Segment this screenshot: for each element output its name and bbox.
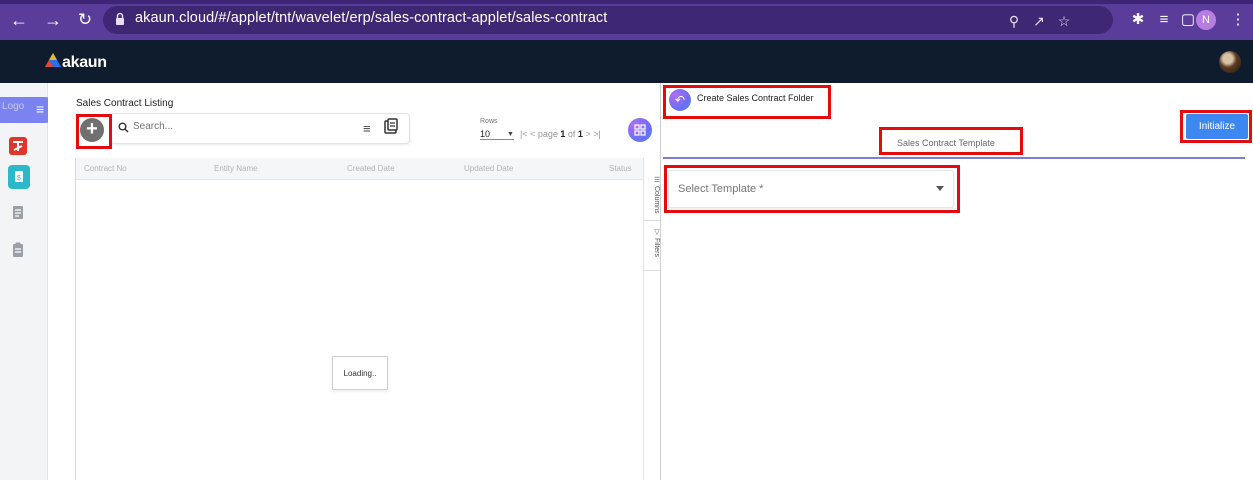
select-template-dropdown[interactable]: Select Template * — [668, 170, 954, 208]
tab-underline — [663, 157, 1245, 159]
loading-overlay: Loading.. — [332, 356, 388, 390]
browser-toolbar: ← → ↻ akaun.cloud/#/applet/tnt/wavelet/e… — [0, 0, 1253, 40]
table-border — [75, 158, 76, 480]
filters-tab-label[interactable]: Filters — [653, 238, 660, 257]
more-menu-icon[interactable]: ⋮ — [1228, 10, 1248, 30]
share-icon[interactable]: ↗ — [1031, 13, 1047, 29]
back-button[interactable]: ↶ — [669, 89, 691, 111]
export-icon[interactable] — [382, 118, 400, 136]
add-button[interactable]: + — [80, 118, 104, 142]
tab-sales-contract-template[interactable]: Sales Contract Template — [897, 138, 995, 148]
search-input[interactable] — [133, 121, 353, 132]
chevron-down-icon[interactable] — [936, 186, 944, 191]
clipboard-icon[interactable] — [11, 242, 29, 260]
listing-title: Sales Contract Listing — [76, 98, 174, 109]
filter-funnel-icon: ▽ — [653, 228, 660, 236]
search-box[interactable]: ≡ — [110, 113, 410, 144]
grid-icon — [634, 124, 646, 136]
svg-text:$: $ — [17, 175, 21, 182]
rail-logo-text: Logo — [2, 101, 25, 112]
column-header[interactable]: Updated Date — [464, 164, 513, 173]
url-text[interactable]: akaun.cloud/#/applet/tnt/wavelet/erp/sal… — [135, 10, 607, 26]
profile-avatar[interactable]: N — [1196, 10, 1216, 30]
column-header[interactable]: Entity Name — [214, 164, 258, 173]
bookmark-star-icon[interactable]: ☆ — [1056, 13, 1072, 29]
divider — [644, 220, 660, 221]
side-tool-panel: ☰ Columns ▽ Filters — [643, 158, 660, 480]
detail-title: Create Sales Contract Folder — [697, 93, 814, 103]
side-panel-icon[interactable]: ▢ — [1178, 10, 1198, 30]
column-header[interactable]: Contract No — [84, 164, 127, 173]
lock-icon — [116, 12, 124, 25]
applet-logo-icon[interactable] — [9, 137, 27, 155]
grid-view-button[interactable] — [628, 118, 652, 142]
address-bar[interactable]: akaun.cloud/#/applet/tnt/wavelet/erp/sal… — [103, 6, 1113, 34]
columns-icon: ☰ — [653, 176, 660, 184]
pager-suffix[interactable]: > >| — [583, 129, 600, 139]
back-arrow-icon[interactable]: ← — [8, 9, 30, 31]
user-avatar[interactable] — [1219, 51, 1241, 73]
rows-label: Rows — [480, 118, 498, 125]
columns-tab-label[interactable]: Columns — [653, 186, 660, 214]
pagination[interactable]: |< < page 1 of 1 > >| — [520, 129, 601, 139]
reload-icon[interactable]: ↻ — [74, 9, 96, 31]
menu-collapse-icon[interactable]: ≡ — [36, 101, 44, 117]
filters-tab[interactable]: ▽ Filters — [644, 228, 660, 257]
pager-of: of — [565, 129, 578, 139]
table-header: Contract No Entity Name Created Date Upd… — [76, 158, 643, 180]
divider — [644, 270, 660, 271]
select-template-placeholder[interactable]: Select Template * — [678, 183, 763, 195]
document-icon[interactable] — [11, 205, 29, 223]
rows-dropdown-icon[interactable]: ▼ — [507, 131, 514, 138]
pager-prefix[interactable]: |< < page — [520, 129, 560, 139]
reading-list-icon[interactable]: ≡ — [1154, 10, 1174, 30]
app-header — [0, 40, 1253, 83]
initialize-button[interactable]: Initialize — [1186, 114, 1248, 139]
search-icon — [118, 122, 129, 133]
akaun-logo-icon — [45, 53, 61, 67]
filter-icon[interactable]: ≡ — [363, 121, 371, 136]
tab-strip — [0, 0, 1253, 4]
page: ← → ↻ akaun.cloud/#/applet/tnt/wavelet/e… — [0, 0, 1253, 480]
zoom-icon[interactable]: ⚲ — [1006, 13, 1022, 29]
column-header[interactable]: Created Date — [347, 164, 395, 173]
sales-contract-icon[interactable]: $ — [8, 165, 30, 189]
columns-tab[interactable]: ☰ Columns — [644, 176, 660, 214]
column-header[interactable]: Status — [609, 164, 632, 173]
forward-arrow-icon[interactable]: → — [42, 9, 64, 31]
brand-name: akaun — [62, 54, 107, 71]
extensions-icon[interactable]: ✱ — [1128, 10, 1148, 30]
